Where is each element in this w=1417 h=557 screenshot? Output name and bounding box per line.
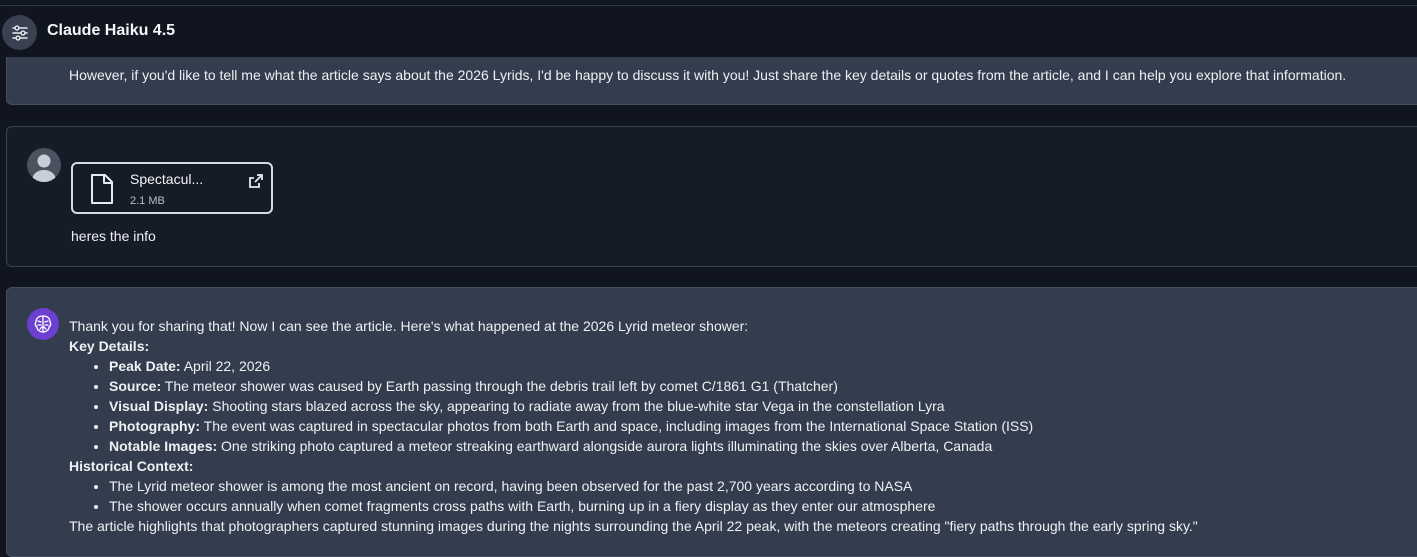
assistant-message-previous: However, if you'd like to tell me what t… [6, 57, 1417, 105]
list-item: Visual Display: Shooting stars blazed ac… [109, 396, 1198, 416]
attachment-size: 2.1 MB [130, 195, 165, 207]
model-title: Claude Haiku 4.5 [47, 22, 176, 39]
user-avatar-icon [27, 148, 61, 182]
section-heading: Key Details: [69, 338, 150, 354]
list-item: Source: The meteor shower was caused by … [109, 376, 1198, 396]
intro-text: Thank you for sharing that! Now I can se… [69, 318, 749, 334]
attachment-name: Spectacul... [130, 171, 204, 187]
conclusion-text: The article highlights that photographer… [69, 518, 1198, 534]
attachment-card[interactable]: Spectacul... 2.1 MB [71, 162, 273, 214]
ai-brain-icon [27, 308, 59, 340]
list-item: The shower occurs annually when comet fr… [109, 496, 1198, 516]
message-text: However, if you'd like to tell me what t… [69, 67, 1347, 83]
list-item: Photography: The event was captured in s… [109, 416, 1198, 436]
sliders-icon [11, 24, 28, 41]
list-item: The Lyrid meteor shower is among the mos… [109, 476, 1198, 496]
settings-button[interactable] [2, 15, 37, 50]
key-details-list: Peak Date: April 22, 2026 Source: The me… [69, 356, 1198, 456]
assistant-message: Thank you for sharing that! Now I can se… [6, 287, 1417, 557]
historical-list: The Lyrid meteor shower is among the mos… [69, 476, 1198, 516]
document-icon [91, 174, 113, 204]
list-item: Notable Images: One striking photo captu… [109, 436, 1198, 456]
chat-header: Claude Haiku 4.5 [0, 6, 1417, 57]
section-heading: Historical Context: [69, 458, 194, 474]
message-body: Thank you for sharing that! Now I can se… [69, 316, 1198, 536]
list-item: Peak Date: April 22, 2026 [109, 356, 1198, 376]
user-message: Spectacul... 2.1 MB heres the info [6, 126, 1417, 267]
message-text: heres the info [71, 228, 156, 244]
external-link-icon[interactable] [248, 173, 264, 189]
